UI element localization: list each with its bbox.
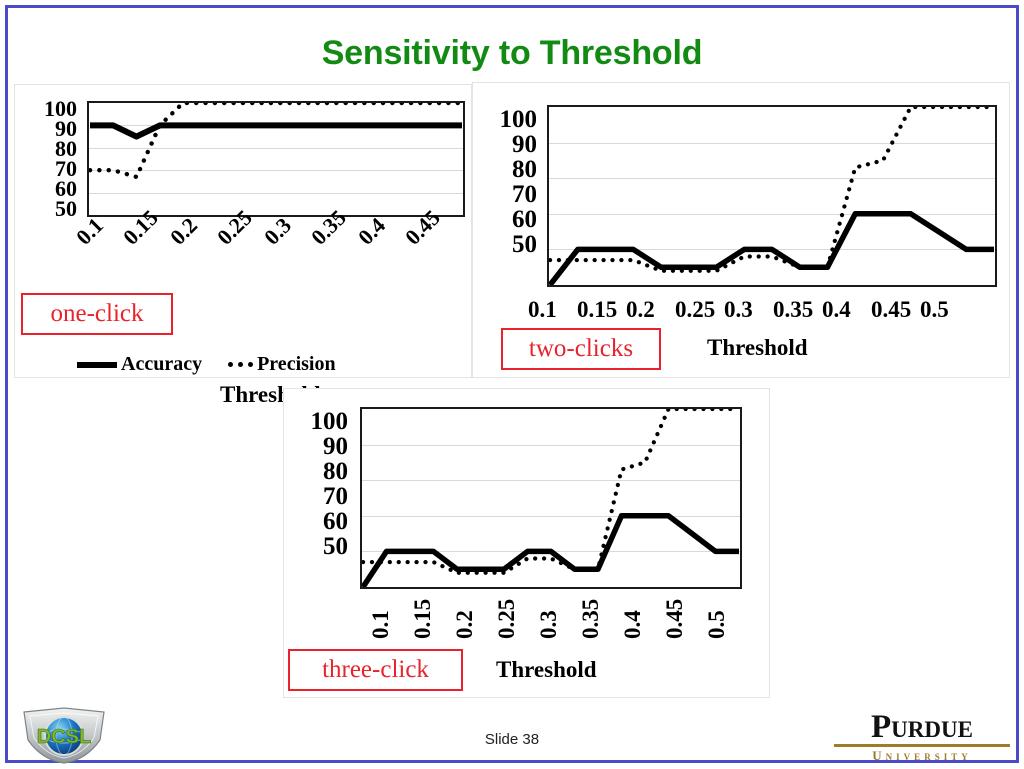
x-tick-label: 0.45 [662,598,687,639]
purdue-wordmark: Purdue [871,709,973,745]
x-tick-label: 0.35 [578,598,603,639]
plot-area-one-click [87,101,465,217]
x-tick-label: 0.25 [675,297,716,322]
series-accuracy [362,513,739,587]
x-tick-label: 0.2 [165,212,203,250]
y-tick-label: 90 [323,433,348,460]
y-tick-label: 50 [55,196,77,221]
x-tick-label: 0.1 [528,297,557,322]
x-tick-label: 0.25 [494,598,519,639]
series-precision [89,103,463,180]
chart-legend: Accuracy Precision [77,353,336,376]
x-tick-label: 0.15 [577,297,618,322]
series-layer [362,409,740,587]
series-layer [89,103,463,180]
y-tick-label: 50 [323,533,348,560]
x-tick-label: 0.5 [704,610,729,639]
x-tick-label: 0.3 [536,610,561,639]
callout-two-clicks: two-clicks [501,328,661,370]
slide-canvas: Sensitivity to Threshold 100 90 80 70 60 50 0… [0,0,1024,768]
x-tick-label: 0.4 [822,297,851,322]
x-tick-label: 0.15 [410,598,435,639]
dotted-line-icon [228,362,254,367]
x-tick-label: 0.45 [871,297,912,322]
legend-item-precision: Precision [228,353,336,376]
callout-one-click: one-click [21,293,173,335]
x-tick-label: 0.4 [620,610,645,639]
series-layer [549,107,995,285]
series-accuracy [90,122,462,140]
y-tick-label: 60 [512,206,537,233]
x-tick-label: 0.35 [773,297,814,322]
y-axis-labels-two-clicks: 100 90 80 70 60 50 [475,106,538,258]
y-tick-label: 80 [512,156,537,183]
series-precision [362,409,740,575]
plot-area-two-clicks [547,105,997,287]
chart-panel-one-click: 100 90 80 70 60 50 0.1 0.15 0.2 0.25 0.3 0.35 0.4 0.… [14,84,472,407]
legend-label-accuracy: Accuracy [121,353,203,375]
y-tick-label: 80 [323,458,348,485]
plot-area-three-click [360,407,742,589]
x-tick-label: 0.2 [626,297,655,322]
series-precision [549,107,995,273]
chart-panel-two-clicks: 100 90 80 70 60 50 0.1 0.15 0.2 0.25 0.3 0.35 0.4 0.… [472,82,1010,378]
page-title: Sensitivity to Threshold [321,34,703,72]
x-tick-label: 0.1 [368,610,393,639]
solid-line-icon [77,361,117,368]
legend-item-accuracy: Accuracy [77,353,202,376]
chart-panel-three-click: 100 90 80 70 60 50 0.1 0.15 0.2 0.25 0.3 0.35 0.4 0.… [283,388,770,698]
purdue-logo: Purdue University [834,709,1010,764]
y-tick-label: 70 [323,483,348,510]
callout-three-click: three-click [288,649,463,691]
y-tick-label: 70 [512,181,537,208]
y-tick-label: 50 [512,231,537,258]
legend-label-precision: Precision [257,353,336,375]
x-tick-label: 0.3 [724,297,753,322]
y-tick-label: 90 [512,131,537,158]
series-accuracy [549,211,994,285]
y-axis-labels-three-click: 100 90 80 70 60 50 [286,408,349,560]
x-axis-title-three-click: Threshold [496,657,597,682]
y-axis-labels-one-click: 100 90 80 70 60 50 [19,98,77,221]
y-tick-label: 100 [310,408,349,435]
x-axis-title-two-clicks: Threshold [707,335,808,360]
x-tick-label: 0.4 [353,212,391,250]
x-tick-label: 0.3 [259,212,297,250]
purdue-university-word: University [872,748,972,764]
y-tick-label: 100 [499,106,538,133]
x-tick-label: 0.5 [920,297,949,322]
x-tick-label: 0.2 [452,610,477,639]
y-tick-label: 60 [323,508,348,535]
